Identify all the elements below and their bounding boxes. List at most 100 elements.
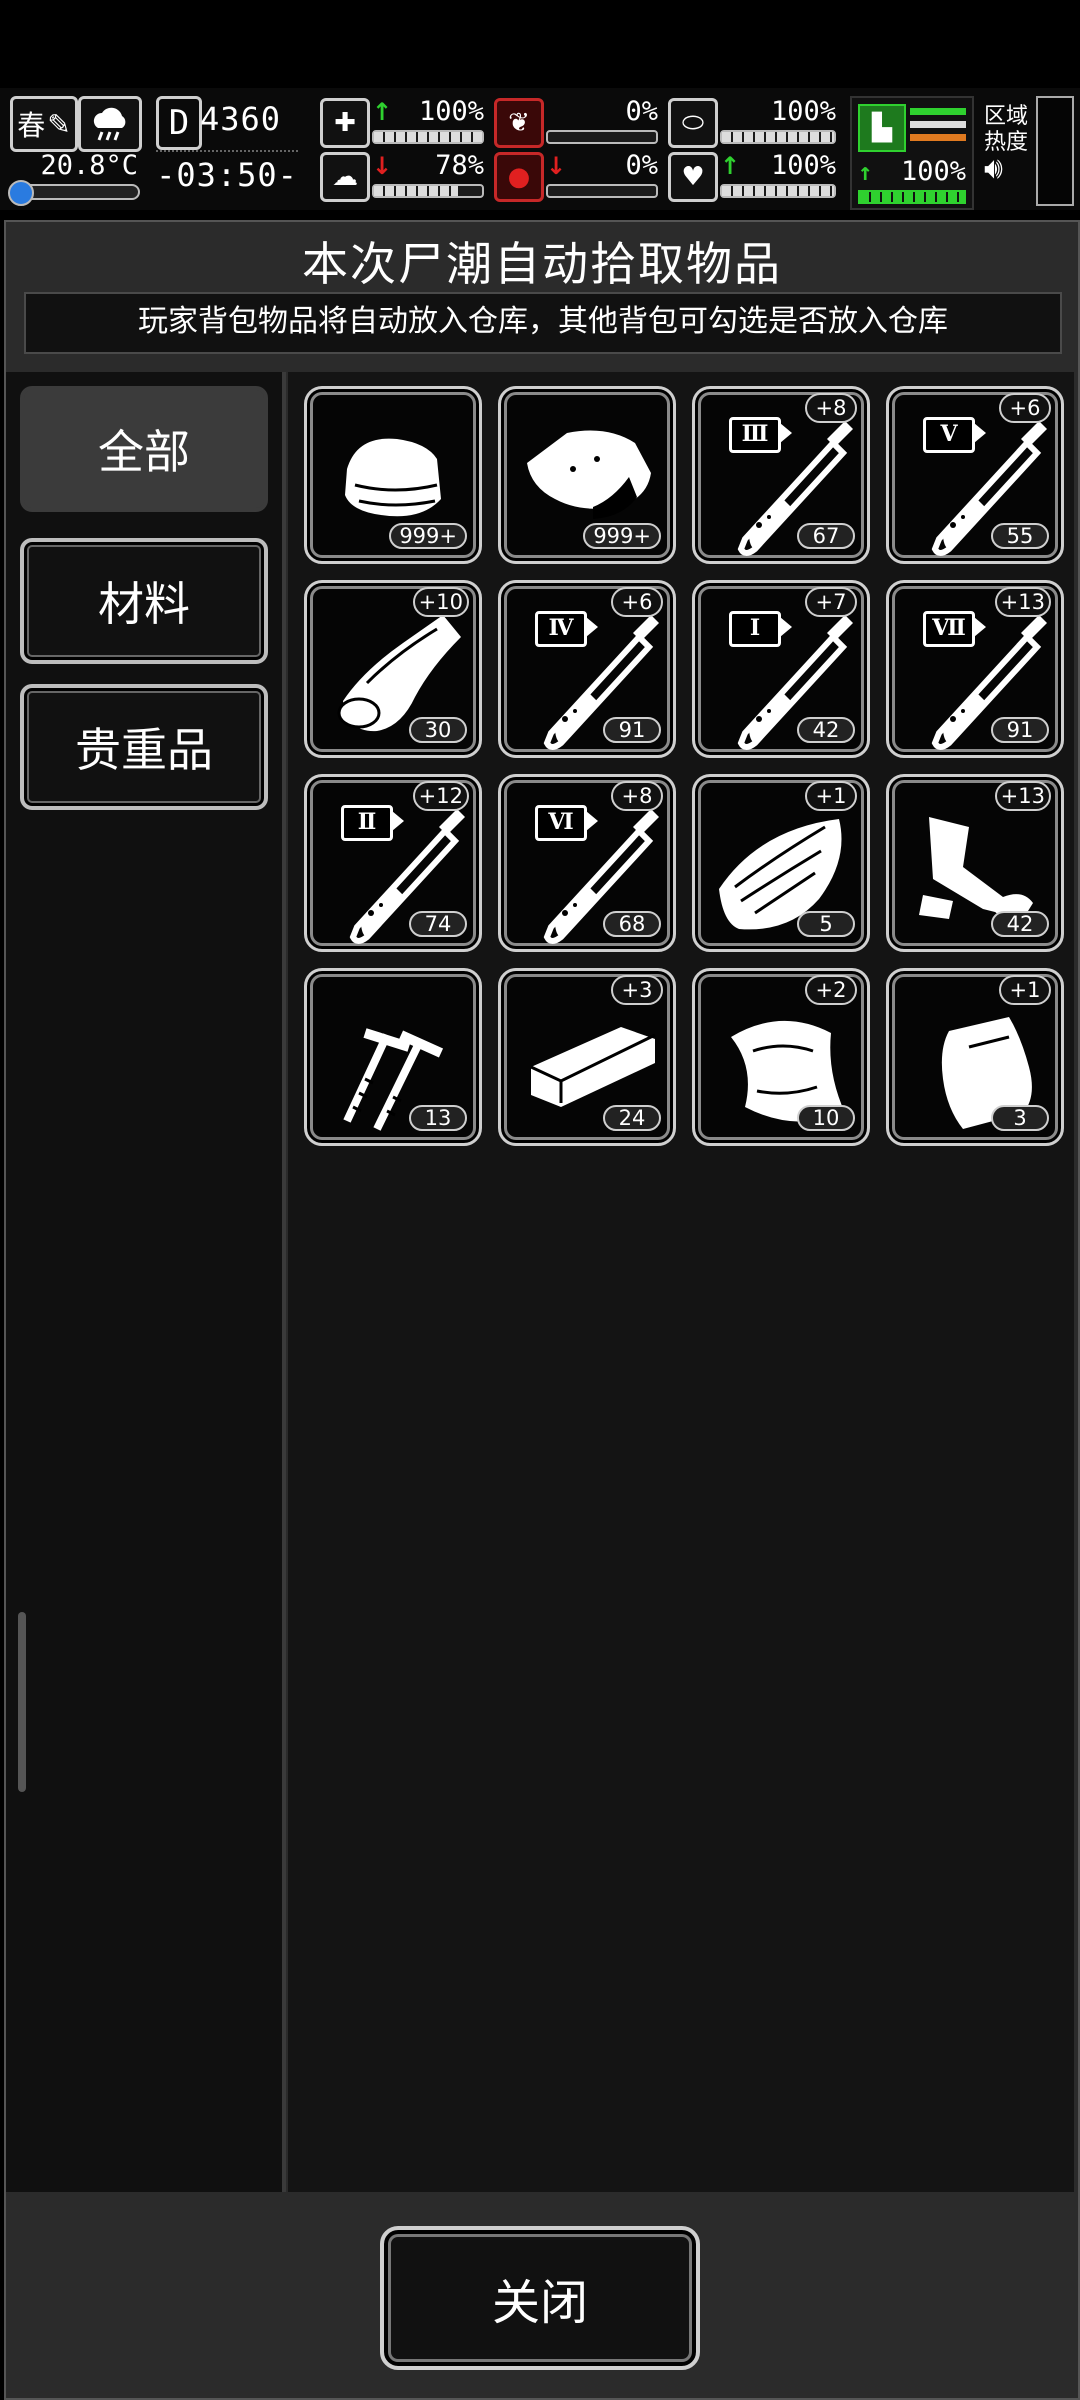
region-heat-label: 区域 热度 🔊︎ bbox=[984, 104, 1029, 184]
day-label: D bbox=[156, 96, 202, 150]
tier-badge: Ⅵ bbox=[535, 805, 598, 841]
tab-all[interactable]: 全部 bbox=[20, 386, 268, 512]
inventory-slot[interactable]: Ⅵ +8 68 bbox=[498, 774, 676, 952]
temperature-readout: 20.8°C bbox=[40, 150, 138, 181]
status-stripes bbox=[910, 108, 966, 147]
pill-percent: 100% bbox=[770, 96, 836, 127]
gain-badge: +7 bbox=[805, 587, 857, 617]
sidebar-scrollbar[interactable] bbox=[18, 1612, 26, 1792]
item-count: 74 bbox=[409, 911, 467, 937]
item-count: 30 bbox=[409, 717, 467, 743]
item-count: 5 bbox=[797, 911, 855, 937]
season-label: 春 bbox=[17, 109, 46, 142]
game-clock: -03:50- bbox=[156, 150, 298, 198]
inventory-slot[interactable]: Ⅴ +6 55 bbox=[886, 386, 1064, 564]
pill-icon: ⬭ bbox=[668, 98, 718, 148]
trend-down-icon: ↓ bbox=[372, 152, 393, 180]
inventory-slot[interactable]: +1 3 bbox=[886, 968, 1064, 1146]
item-count: 42 bbox=[991, 911, 1049, 937]
gain-badge: +2 bbox=[805, 975, 857, 1005]
inventory-slot[interactable]: 13 bbox=[304, 968, 482, 1146]
blood-percent: 0% bbox=[625, 150, 658, 181]
season-indicator: 春 ✎ bbox=[10, 96, 78, 152]
tier-badge: Ⅶ bbox=[923, 611, 986, 647]
hunger-stat: ❦ 0% bbox=[494, 96, 658, 150]
boot-icon: ▙ bbox=[858, 104, 906, 152]
gain-badge: +13 bbox=[994, 781, 1051, 811]
gain-badge: +12 bbox=[412, 781, 469, 811]
brain-icon: ☁ bbox=[320, 152, 370, 202]
auto-pickup-dialog: 本次尸潮自动拾取物品 玩家背包物品将自动放入仓库，其他背包可勾选是否放入仓库 全… bbox=[4, 220, 1080, 2400]
dialog-title: 本次尸潮自动拾取物品 bbox=[302, 237, 782, 291]
item-count: 10 bbox=[797, 1105, 855, 1131]
inventory-slot[interactable]: 999+ bbox=[498, 386, 676, 564]
gain-badge: +3 bbox=[611, 975, 663, 1005]
tier-badge: Ⅱ bbox=[341, 805, 404, 841]
item-count: 91 bbox=[603, 717, 661, 743]
category-sidebar: 全部 材料 贵重品 bbox=[6, 372, 286, 2192]
region-label: 区域 bbox=[984, 104, 1029, 129]
trend-down-icon: ↓ bbox=[546, 152, 567, 180]
inventory-slot[interactable]: +10 30 bbox=[304, 580, 482, 758]
temperature-gauge bbox=[8, 180, 140, 206]
health-percent: 100% bbox=[418, 96, 484, 127]
rain-cloud-icon bbox=[78, 96, 142, 152]
stamina-bar bbox=[858, 190, 966, 204]
tier-badge: Ⅲ bbox=[729, 417, 792, 453]
item-count: 24 bbox=[603, 1105, 661, 1131]
inventory-slot[interactable]: Ⅲ +8 67 bbox=[692, 386, 870, 564]
blood-drop-icon: ● bbox=[494, 152, 544, 202]
mind-stat: ☁ ↓ 78% bbox=[320, 150, 484, 204]
item-count: 91 bbox=[991, 717, 1049, 743]
gain-badge: +8 bbox=[611, 781, 663, 811]
gain-badge: +13 bbox=[994, 587, 1051, 617]
speaker-icon[interactable]: 🔊︎ bbox=[984, 154, 1028, 184]
feather-icon: ✎ bbox=[47, 107, 71, 141]
tab-valuables[interactable]: 贵重品 bbox=[20, 684, 268, 810]
heart-percent: 100% bbox=[770, 150, 836, 181]
inventory-slot[interactable]: +13 42 bbox=[886, 774, 1064, 952]
item-grid: 999+ 999+ Ⅲ +8 67 Ⅴ +6 55 +10 30 Ⅳ +6 91 Ⅰ +7 42 Ⅶ +13 91 Ⅱ… bbox=[288, 372, 1074, 2192]
gain-badge: +10 bbox=[412, 587, 469, 617]
mind-percent: 78% bbox=[435, 150, 484, 181]
trend-up-icon: ↑ bbox=[858, 158, 873, 186]
stamina-panel: ▙ ↑ 100% bbox=[850, 96, 974, 210]
tier-badge: Ⅰ bbox=[729, 611, 792, 647]
inventory-slot[interactable]: +3 24 bbox=[498, 968, 676, 1146]
heat-meter bbox=[1036, 96, 1074, 206]
heart-icon: ♥ bbox=[668, 152, 718, 202]
item-count: 3 bbox=[991, 1105, 1049, 1131]
gain-badge: +1 bbox=[999, 975, 1051, 1005]
inventory-slot[interactable]: +1 5 bbox=[692, 774, 870, 952]
item-count: 55 bbox=[991, 523, 1049, 549]
tier-badge: Ⅳ bbox=[535, 611, 598, 647]
trend-up-icon: ↑ bbox=[720, 152, 741, 180]
tab-materials[interactable]: 材料 bbox=[20, 538, 268, 664]
inventory-slot[interactable]: +2 10 bbox=[692, 968, 870, 1146]
gain-badge: +8 bbox=[805, 393, 857, 423]
gain-badge: +1 bbox=[805, 781, 857, 811]
hunger-percent: 0% bbox=[625, 96, 658, 127]
item-count: 67 bbox=[797, 523, 855, 549]
item-count: 999+ bbox=[389, 523, 467, 549]
inventory-slot[interactable]: Ⅰ +7 42 bbox=[692, 580, 870, 758]
gain-badge: +6 bbox=[999, 393, 1051, 423]
inventory-slot[interactable]: Ⅱ +12 74 bbox=[304, 774, 482, 952]
thermometer-bulb-icon bbox=[8, 180, 34, 206]
blood-stat: ● ↓ 0% bbox=[494, 150, 658, 204]
tier-badge: Ⅴ bbox=[923, 417, 986, 453]
dialog-subtitle: 玩家背包物品将自动放入仓库，其他背包可勾选是否放入仓库 bbox=[24, 292, 1062, 354]
status-bar: 春 ✎ 20.8°C D 4360 -03:50- ✚ ↑ 100% ❦ 0% … bbox=[0, 88, 1080, 210]
item-count: 42 bbox=[797, 717, 855, 743]
inventory-slot[interactable]: Ⅳ +6 91 bbox=[498, 580, 676, 758]
close-button[interactable]: 关闭 bbox=[380, 2226, 700, 2370]
inventory-slot[interactable]: Ⅶ +13 91 bbox=[886, 580, 1064, 758]
stamina-percent: 100% bbox=[900, 156, 966, 187]
pill-stat: ⬭ 100% bbox=[668, 96, 836, 150]
item-count: 68 bbox=[603, 911, 661, 937]
heart-stat: ♥ ↑ 100% bbox=[668, 150, 836, 204]
stomach-icon: ❦ bbox=[494, 98, 544, 148]
score-counter: 4360 bbox=[200, 100, 282, 138]
inventory-slot[interactable]: 999+ bbox=[304, 386, 482, 564]
item-count: 999+ bbox=[583, 523, 661, 549]
